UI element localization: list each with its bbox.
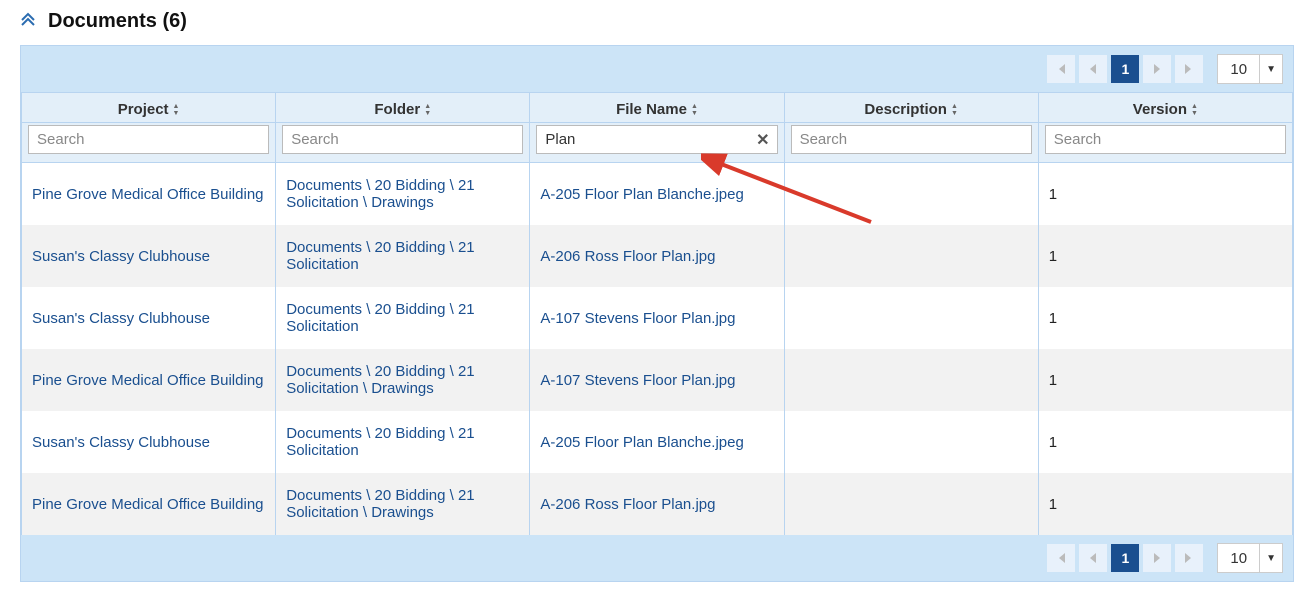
table-row: Susan's Classy ClubhouseDocuments \ 20 B… <box>22 225 1293 287</box>
pager-bottom: 1 10 ▼ <box>21 535 1293 581</box>
col-header-version[interactable]: Version▲▼ <box>1038 93 1292 123</box>
cell-description <box>784 287 1038 349</box>
cell-description <box>784 163 1038 226</box>
table-row: Susan's Classy ClubhouseDocuments \ 20 B… <box>22 411 1293 473</box>
page-title: Documents (6) <box>48 10 187 33</box>
filter-filename-input[interactable] <box>536 125 777 154</box>
cell-folder[interactable]: Documents \ 20 Bidding \ 21 Solicitation <box>276 225 530 287</box>
pager-prev-button[interactable] <box>1079 55 1107 83</box>
page-size-value: 10 <box>1218 550 1259 567</box>
pager-page-current[interactable]: 1 <box>1111 544 1139 572</box>
cell-filename[interactable]: A-205 Floor Plan Blanche.jpeg <box>530 411 784 473</box>
col-header-filename[interactable]: File Name▲▼ <box>530 93 784 123</box>
col-header-description[interactable]: Description▲▼ <box>784 93 1038 123</box>
pager-first-button[interactable] <box>1047 544 1075 572</box>
pager-prev-button[interactable] <box>1079 544 1107 572</box>
chevron-down-icon: ▼ <box>1259 544 1282 572</box>
table-row: Pine Grove Medical Office BuildingDocume… <box>22 473 1293 535</box>
col-header-folder[interactable]: Folder▲▼ <box>276 93 530 123</box>
cell-description <box>784 225 1038 287</box>
cell-folder[interactable]: Documents \ 20 Bidding \ 21 Solicitation… <box>276 163 530 226</box>
pager-last-button[interactable] <box>1175 55 1203 83</box>
col-header-project[interactable]: Project▲▼ <box>22 93 276 123</box>
cell-project[interactable]: Pine Grove Medical Office Building <box>22 349 276 411</box>
cell-project[interactable]: Pine Grove Medical Office Building <box>22 163 276 226</box>
pager-page-current[interactable]: 1 <box>1111 55 1139 83</box>
cell-filename[interactable]: A-206 Ross Floor Plan.jpg <box>530 473 784 535</box>
page-size-value: 10 <box>1218 61 1259 78</box>
sort-icon: ▲▼ <box>1191 103 1198 117</box>
cell-filename[interactable]: A-205 Floor Plan Blanche.jpeg <box>530 163 784 226</box>
filter-description-input[interactable] <box>791 125 1032 154</box>
pager-last-button[interactable] <box>1175 544 1203 572</box>
table-row: Pine Grove Medical Office BuildingDocume… <box>22 349 1293 411</box>
collapse-icon[interactable] <box>20 11 36 32</box>
cell-project[interactable]: Susan's Classy Clubhouse <box>22 287 276 349</box>
cell-version: 1 <box>1038 163 1292 226</box>
pager-first-button[interactable] <box>1047 55 1075 83</box>
cell-project[interactable]: Susan's Classy Clubhouse <box>22 411 276 473</box>
documents-panel: 1 10 ▼ Project▲▼ Folder▲▼ File Name▲▼ De… <box>20 45 1294 582</box>
sort-icon: ▲▼ <box>951 103 958 117</box>
cell-folder[interactable]: Documents \ 20 Bidding \ 21 Solicitation <box>276 287 530 349</box>
sort-icon: ▲▼ <box>691 103 698 117</box>
cell-description <box>784 473 1038 535</box>
cell-filename[interactable]: A-206 Ross Floor Plan.jpg <box>530 225 784 287</box>
cell-folder[interactable]: Documents \ 20 Bidding \ 21 Solicitation <box>276 411 530 473</box>
clear-filter-icon[interactable]: ✕ <box>756 130 769 150</box>
page-size-select[interactable]: 10 ▼ <box>1217 543 1283 573</box>
cell-folder[interactable]: Documents \ 20 Bidding \ 21 Solicitation… <box>276 473 530 535</box>
cell-version: 1 <box>1038 411 1292 473</box>
cell-version: 1 <box>1038 287 1292 349</box>
pager-top: 1 10 ▼ <box>21 46 1293 92</box>
table-row: Pine Grove Medical Office BuildingDocume… <box>22 163 1293 226</box>
cell-description <box>784 349 1038 411</box>
cell-version: 1 <box>1038 473 1292 535</box>
cell-description <box>784 411 1038 473</box>
sort-icon: ▲▼ <box>424 103 431 117</box>
cell-folder[interactable]: Documents \ 20 Bidding \ 21 Solicitation… <box>276 349 530 411</box>
cell-version: 1 <box>1038 349 1292 411</box>
page-size-select[interactable]: 10 ▼ <box>1217 54 1283 84</box>
pager-next-button[interactable] <box>1143 55 1171 83</box>
pager-next-button[interactable] <box>1143 544 1171 572</box>
filter-version-input[interactable] <box>1045 125 1286 154</box>
filter-project-input[interactable] <box>28 125 269 154</box>
cell-filename[interactable]: A-107 Stevens Floor Plan.jpg <box>530 287 784 349</box>
table-row: Susan's Classy ClubhouseDocuments \ 20 B… <box>22 287 1293 349</box>
cell-project[interactable]: Pine Grove Medical Office Building <box>22 473 276 535</box>
cell-version: 1 <box>1038 225 1292 287</box>
documents-table: Project▲▼ Folder▲▼ File Name▲▼ Descripti… <box>21 92 1293 535</box>
cell-filename[interactable]: A-107 Stevens Floor Plan.jpg <box>530 349 784 411</box>
filter-folder-input[interactable] <box>282 125 523 154</box>
chevron-down-icon: ▼ <box>1259 55 1282 83</box>
cell-project[interactable]: Susan's Classy Clubhouse <box>22 225 276 287</box>
sort-icon: ▲▼ <box>173 103 180 117</box>
